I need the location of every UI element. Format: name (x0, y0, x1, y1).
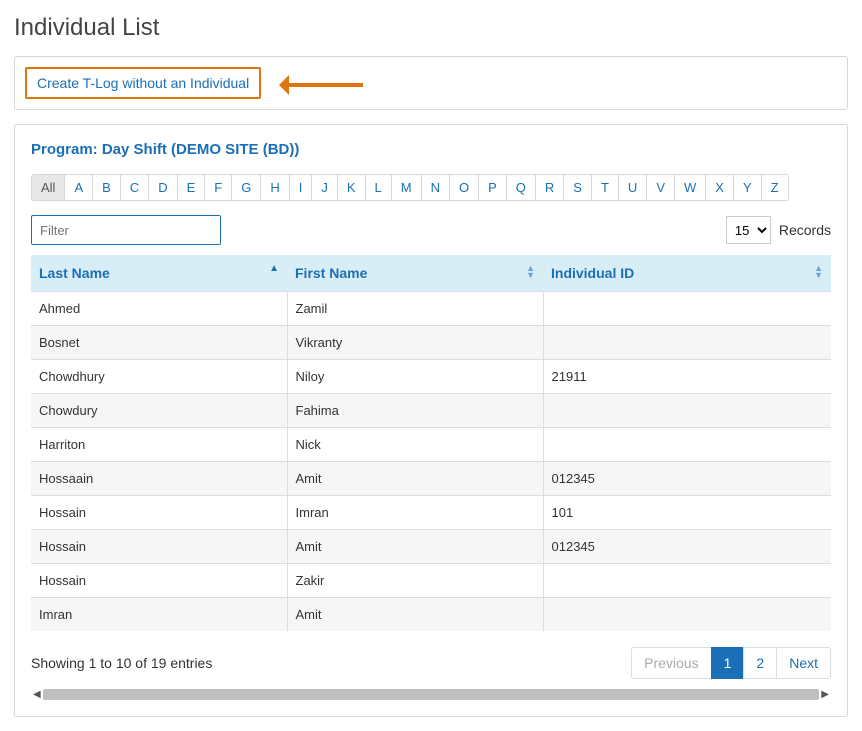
page-next[interactable]: Next (776, 647, 831, 679)
cell: Hossaain (31, 462, 287, 496)
scroll-left-icon: ◀ (31, 689, 43, 700)
cell (543, 564, 831, 598)
table-row[interactable]: AhmedZamil (31, 292, 831, 326)
alpha-d[interactable]: D (148, 174, 177, 201)
alpha-z[interactable]: Z (761, 174, 789, 201)
cell: Vikranty (287, 326, 543, 360)
alpha-p[interactable]: P (478, 174, 507, 201)
cell: Hossain (31, 564, 287, 598)
table-row[interactable]: ChowdhuryNiloy21911 (31, 360, 831, 394)
cell (543, 326, 831, 360)
table-row[interactable]: ChowduryFahima (31, 394, 831, 428)
table-row[interactable]: HossainAmit012345 (31, 530, 831, 564)
page-1[interactable]: 1 (711, 647, 745, 679)
table-row[interactable]: BosnetVikranty (31, 326, 831, 360)
cell: Bosnet (31, 326, 287, 360)
cell: 012345 (543, 462, 831, 496)
alpha-k[interactable]: K (337, 174, 366, 201)
col-first-name[interactable]: First Name ▲▼ (287, 255, 543, 292)
sort-asc-icon: ▲ (269, 265, 279, 272)
table-row[interactable]: HossaainAmit012345 (31, 462, 831, 496)
table-row[interactable]: ImranAmit (31, 598, 831, 632)
alpha-g[interactable]: G (231, 174, 261, 201)
alpha-filter-row: AllABCDEFGHIJKLMNOPQRSTUVWXYZ (31, 174, 831, 201)
alpha-h[interactable]: H (260, 174, 289, 201)
tlog-panel: Create T-Log without an Individual (14, 56, 848, 110)
alpha-s[interactable]: S (563, 174, 592, 201)
records-label: Records (779, 222, 831, 238)
alpha-q[interactable]: Q (506, 174, 536, 201)
entries-info: Showing 1 to 10 of 19 entries (31, 655, 212, 671)
cell: Zamil (287, 292, 543, 326)
individuals-table: Last Name ▲ First Name ▲▼ Individual ID … (31, 255, 831, 631)
cell: Amit (287, 530, 543, 564)
cell: Chowdury (31, 394, 287, 428)
program-title: Program: Day Shift (DEMO SITE (BD)) (31, 141, 831, 158)
arrow-annotation (283, 79, 373, 91)
records-select[interactable]: 15 (726, 216, 771, 244)
col-individual-id[interactable]: Individual ID ▲▼ (543, 255, 831, 292)
cell: Imran (31, 598, 287, 632)
table-row[interactable]: HarritonNick (31, 428, 831, 462)
alpha-w[interactable]: W (674, 174, 706, 201)
table-row[interactable]: HossainImran101 (31, 496, 831, 530)
page-prev[interactable]: Previous (631, 647, 711, 679)
scroll-right-icon: ▶ (819, 689, 831, 700)
alpha-b[interactable]: B (92, 174, 121, 201)
cell: Amit (287, 598, 543, 632)
cell: Fahima (287, 394, 543, 428)
alpha-l[interactable]: L (365, 174, 392, 201)
table-row[interactable]: HossainZakir (31, 564, 831, 598)
cell: 012345 (543, 530, 831, 564)
col-last-name[interactable]: Last Name ▲ (31, 255, 287, 292)
table-footer: Showing 1 to 10 of 19 entries Previous12… (31, 647, 831, 679)
cell: Hossain (31, 530, 287, 564)
alpha-j[interactable]: J (311, 174, 338, 201)
cell: Ahmed (31, 292, 287, 326)
create-tlog-link[interactable]: Create T-Log without an Individual (37, 75, 249, 91)
cell: Nick (287, 428, 543, 462)
cell: Imran (287, 496, 543, 530)
pagination: Previous12Next (632, 647, 831, 679)
filter-row: 15 Records (31, 215, 831, 245)
cell: Harriton (31, 428, 287, 462)
alpha-n[interactable]: N (421, 174, 450, 201)
filter-input[interactable] (31, 215, 221, 245)
scroll-track (43, 689, 820, 700)
alpha-r[interactable]: R (535, 174, 564, 201)
cell (543, 428, 831, 462)
sort-icon: ▲▼ (526, 265, 535, 279)
alpha-x[interactable]: X (705, 174, 734, 201)
alpha-m[interactable]: M (391, 174, 422, 201)
alpha-all[interactable]: All (31, 174, 65, 201)
cell: Zakir (287, 564, 543, 598)
alpha-v[interactable]: V (646, 174, 675, 201)
sort-icon: ▲▼ (814, 265, 823, 279)
alpha-a[interactable]: A (64, 174, 93, 201)
individual-list-panel: Program: Day Shift (DEMO SITE (BD)) AllA… (14, 124, 848, 717)
alpha-t[interactable]: T (591, 174, 619, 201)
cell: Hossain (31, 496, 287, 530)
table-body: AhmedZamilBosnetVikrantyChowdhuryNiloy21… (31, 292, 831, 632)
cell: Amit (287, 462, 543, 496)
cell (543, 292, 831, 326)
alpha-y[interactable]: Y (733, 174, 762, 201)
cell: 21911 (543, 360, 831, 394)
cell (543, 394, 831, 428)
cell: Niloy (287, 360, 543, 394)
alpha-i[interactable]: I (289, 174, 313, 201)
cell (543, 598, 831, 632)
alpha-u[interactable]: U (618, 174, 647, 201)
alpha-e[interactable]: E (177, 174, 206, 201)
alpha-o[interactable]: O (449, 174, 479, 201)
horizontal-scrollbar[interactable]: ◀ ▶ (31, 689, 831, 700)
tlog-highlight: Create T-Log without an Individual (25, 67, 261, 99)
alpha-c[interactable]: C (120, 174, 149, 201)
page-title: Individual List (14, 14, 848, 42)
alpha-f[interactable]: F (204, 174, 232, 201)
cell: Chowdhury (31, 360, 287, 394)
cell: 101 (543, 496, 831, 530)
page-2[interactable]: 2 (743, 647, 777, 679)
